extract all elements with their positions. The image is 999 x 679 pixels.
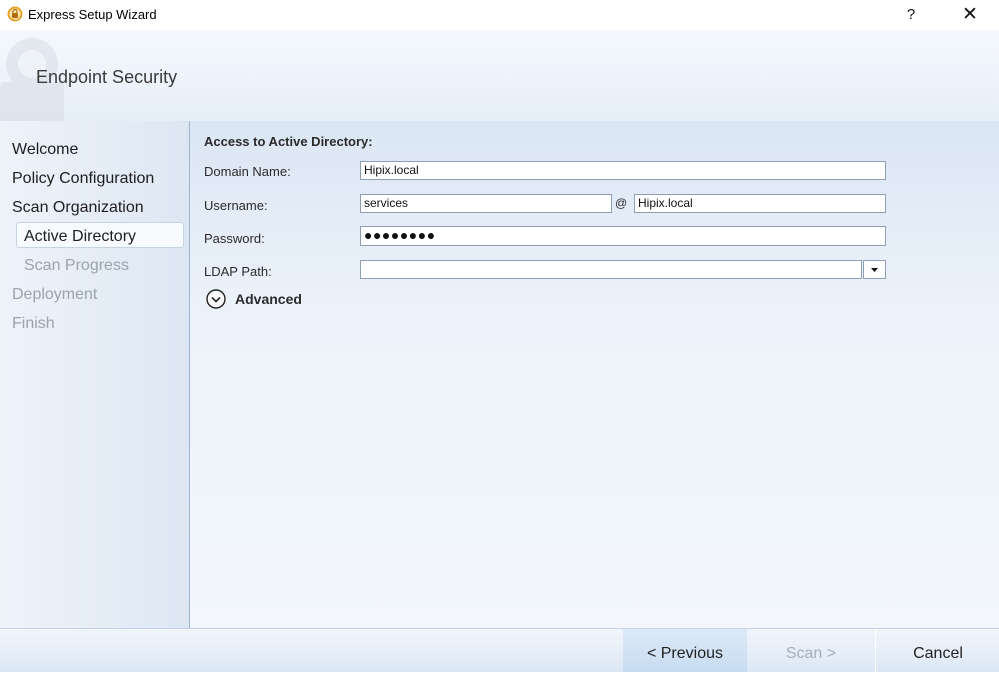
wizard-footer: < Previous Scan > Cancel — [0, 628, 999, 672]
ldap-path-combobox[interactable] — [360, 260, 862, 279]
at-separator: @ — [615, 196, 628, 210]
advanced-label: Advanced — [235, 291, 302, 307]
caret-down-icon — [864, 265, 885, 282]
window-title: Express Setup Wizard — [28, 7, 157, 22]
step-scan-progress: Scan Progress — [24, 257, 129, 274]
wizard-header: Endpoint Security — [0, 30, 999, 124]
chevron-down-circle-icon — [206, 289, 226, 309]
help-button[interactable]: ? — [898, 3, 924, 27]
cancel-button[interactable]: Cancel — [875, 629, 999, 672]
username-domain-input[interactable]: Hipix.local — [634, 194, 886, 213]
wizard-content: Access to Active Directory: Domain Name:… — [190, 121, 999, 628]
username-label: Username: — [204, 198, 268, 213]
close-button[interactable]: ✕ — [955, 3, 985, 27]
step-welcome[interactable]: Welcome — [12, 141, 78, 159]
step-active-directory[interactable]: Active Directory — [24, 228, 136, 246]
product-title: Endpoint Security — [36, 67, 178, 87]
domain-name-label: Domain Name: — [204, 164, 291, 179]
previous-button[interactable]: < Previous — [623, 629, 747, 672]
domain-name-input[interactable]: Hipix.local — [360, 161, 886, 180]
step-policy-configuration[interactable]: Policy Configuration — [12, 170, 154, 188]
ldap-path-label: LDAP Path: — [204, 264, 272, 279]
step-deployment: Deployment — [12, 286, 98, 303]
password-label: Password: — [204, 231, 265, 246]
step-finish: Finish — [12, 315, 55, 332]
endpoint-security-app-icon — [7, 6, 23, 22]
wizard-steps-sidebar: Welcome Policy Configuration Scan Organi… — [0, 121, 190, 628]
username-input[interactable]: services — [360, 194, 612, 213]
scan-button: Scan > — [785, 645, 837, 662]
step-scan-organization[interactable]: Scan Organization — [12, 199, 144, 217]
ldap-dropdown-button[interactable] — [863, 260, 886, 279]
section-title: Access to Active Directory: — [204, 134, 373, 149]
password-input[interactable]: ●●●●●●●● — [360, 226, 886, 246]
title-bar: Express Setup Wizard ? ✕ — [0, 0, 999, 30]
